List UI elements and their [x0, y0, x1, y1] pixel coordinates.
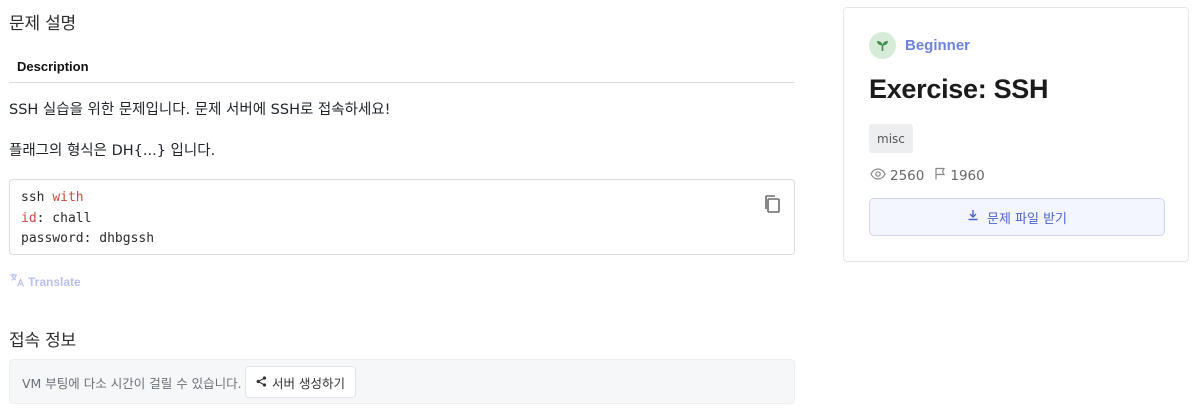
- tab-description[interactable]: Description: [17, 59, 89, 74]
- level-badge: Beginner: [869, 32, 970, 59]
- code-keyword: with: [52, 190, 84, 205]
- connection-info-box: VM 부팅에 다소 시간이 걸릴 수 있습니다. 서버 생성하기: [9, 359, 795, 404]
- translate-label: Translate: [28, 274, 81, 289]
- tab-bar: Description: [9, 50, 795, 83]
- code-text: ssh: [21, 190, 53, 205]
- sprout-icon: [869, 32, 896, 59]
- translate-button[interactable]: Translate: [9, 272, 81, 291]
- challenge-stats: 2560 1960: [870, 167, 991, 184]
- level-label: Beginner: [905, 37, 971, 54]
- code-line: id: chall: [21, 209, 783, 230]
- flag-icon: [934, 167, 946, 184]
- code-line: password: dhbgssh: [21, 231, 155, 246]
- code-text: : chall: [36, 210, 92, 226]
- download-label: 문제 파일 받기: [986, 211, 1068, 227]
- share-icon: [256, 375, 267, 390]
- solves-count: 1960: [950, 167, 985, 184]
- code-keyword: id: [21, 210, 37, 226]
- section-title-problem: 문제 설명: [9, 14, 76, 34]
- description-paragraph: SSH 실습을 위한 문제입니다. 문제 서버에 SSH로 접속하세요!: [9, 102, 391, 118]
- eye-icon: [870, 167, 886, 184]
- flag-format-paragraph: 플래그의 형식은 DH{...} 입니다.: [9, 143, 216, 159]
- create-server-label: 서버 생성하기: [272, 375, 345, 391]
- copy-icon[interactable]: [763, 194, 781, 214]
- download-file-button[interactable]: 문제 파일 받기: [869, 198, 1165, 236]
- views-count: 2560: [890, 167, 925, 184]
- category-tag[interactable]: misc: [869, 124, 913, 153]
- section-title-connect: 접속 정보: [9, 331, 76, 351]
- challenge-title: Exercise: SSH: [869, 74, 1049, 104]
- challenge-info-card: Beginner Exercise: SSH misc 2560 1960 문제…: [843, 7, 1189, 262]
- code-block: ssh with id: chall password: dhbgssh: [9, 179, 795, 255]
- download-icon: [967, 209, 979, 225]
- translate-icon: [9, 272, 25, 291]
- create-server-button[interactable]: 서버 생성하기: [245, 366, 356, 398]
- code-line: ssh with: [21, 188, 783, 209]
- vm-notice: VM 부팅에 다소 시간이 걸릴 수 있습니다.: [22, 376, 242, 391]
